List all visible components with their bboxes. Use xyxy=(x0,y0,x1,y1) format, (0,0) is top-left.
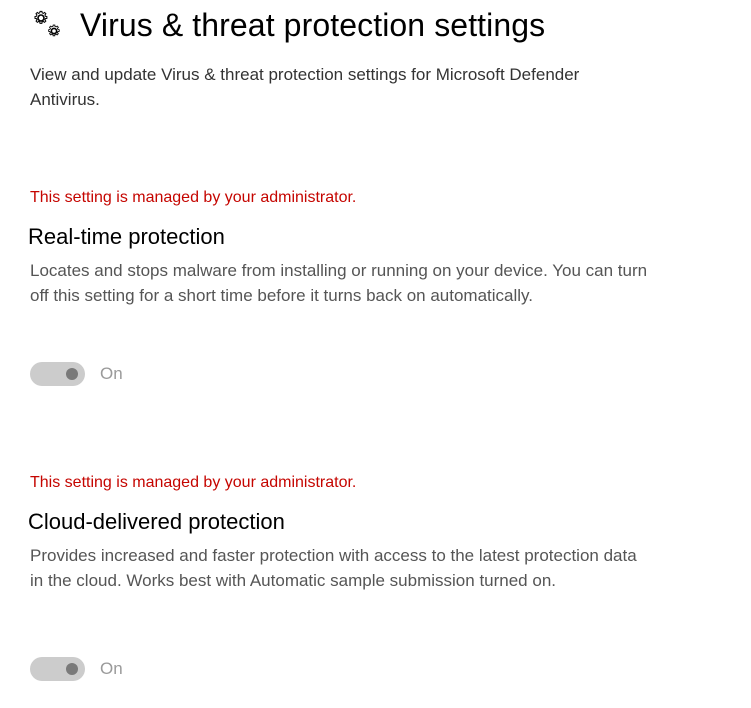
realtime-protection-section: This setting is managed by your administ… xyxy=(28,186,670,386)
setting-description: Locates and stops malware from installin… xyxy=(30,261,648,305)
page-header: Virus & threat protection settings xyxy=(30,2,545,48)
settings-page: Virus & threat protection settings View … xyxy=(0,0,751,708)
toggle-state-label: On xyxy=(100,364,123,383)
page-title: Virus & threat protection settings xyxy=(80,6,546,43)
page-description: View and update Virus & threat protectio… xyxy=(30,65,580,109)
setting-title: Real-time protection xyxy=(28,224,225,249)
cloud-protection-toggle[interactable] xyxy=(30,657,85,681)
realtime-protection-toggle[interactable] xyxy=(30,362,85,386)
toggle-knob xyxy=(66,368,78,380)
toggle-knob xyxy=(66,663,78,675)
setting-description: Provides increased and faster protection… xyxy=(30,546,637,590)
setting-title: Cloud-delivered protection xyxy=(28,509,285,534)
toggle-state-label: On xyxy=(100,659,123,678)
cloud-protection-toggle-row: On xyxy=(30,657,123,681)
realtime-protection-toggle-row: On xyxy=(30,362,123,386)
admin-managed-notice: This setting is managed by your administ… xyxy=(30,189,357,206)
gears-icon xyxy=(30,7,66,43)
cloud-protection-section: This setting is managed by your administ… xyxy=(28,471,670,681)
admin-managed-notice: This setting is managed by your administ… xyxy=(30,474,357,491)
